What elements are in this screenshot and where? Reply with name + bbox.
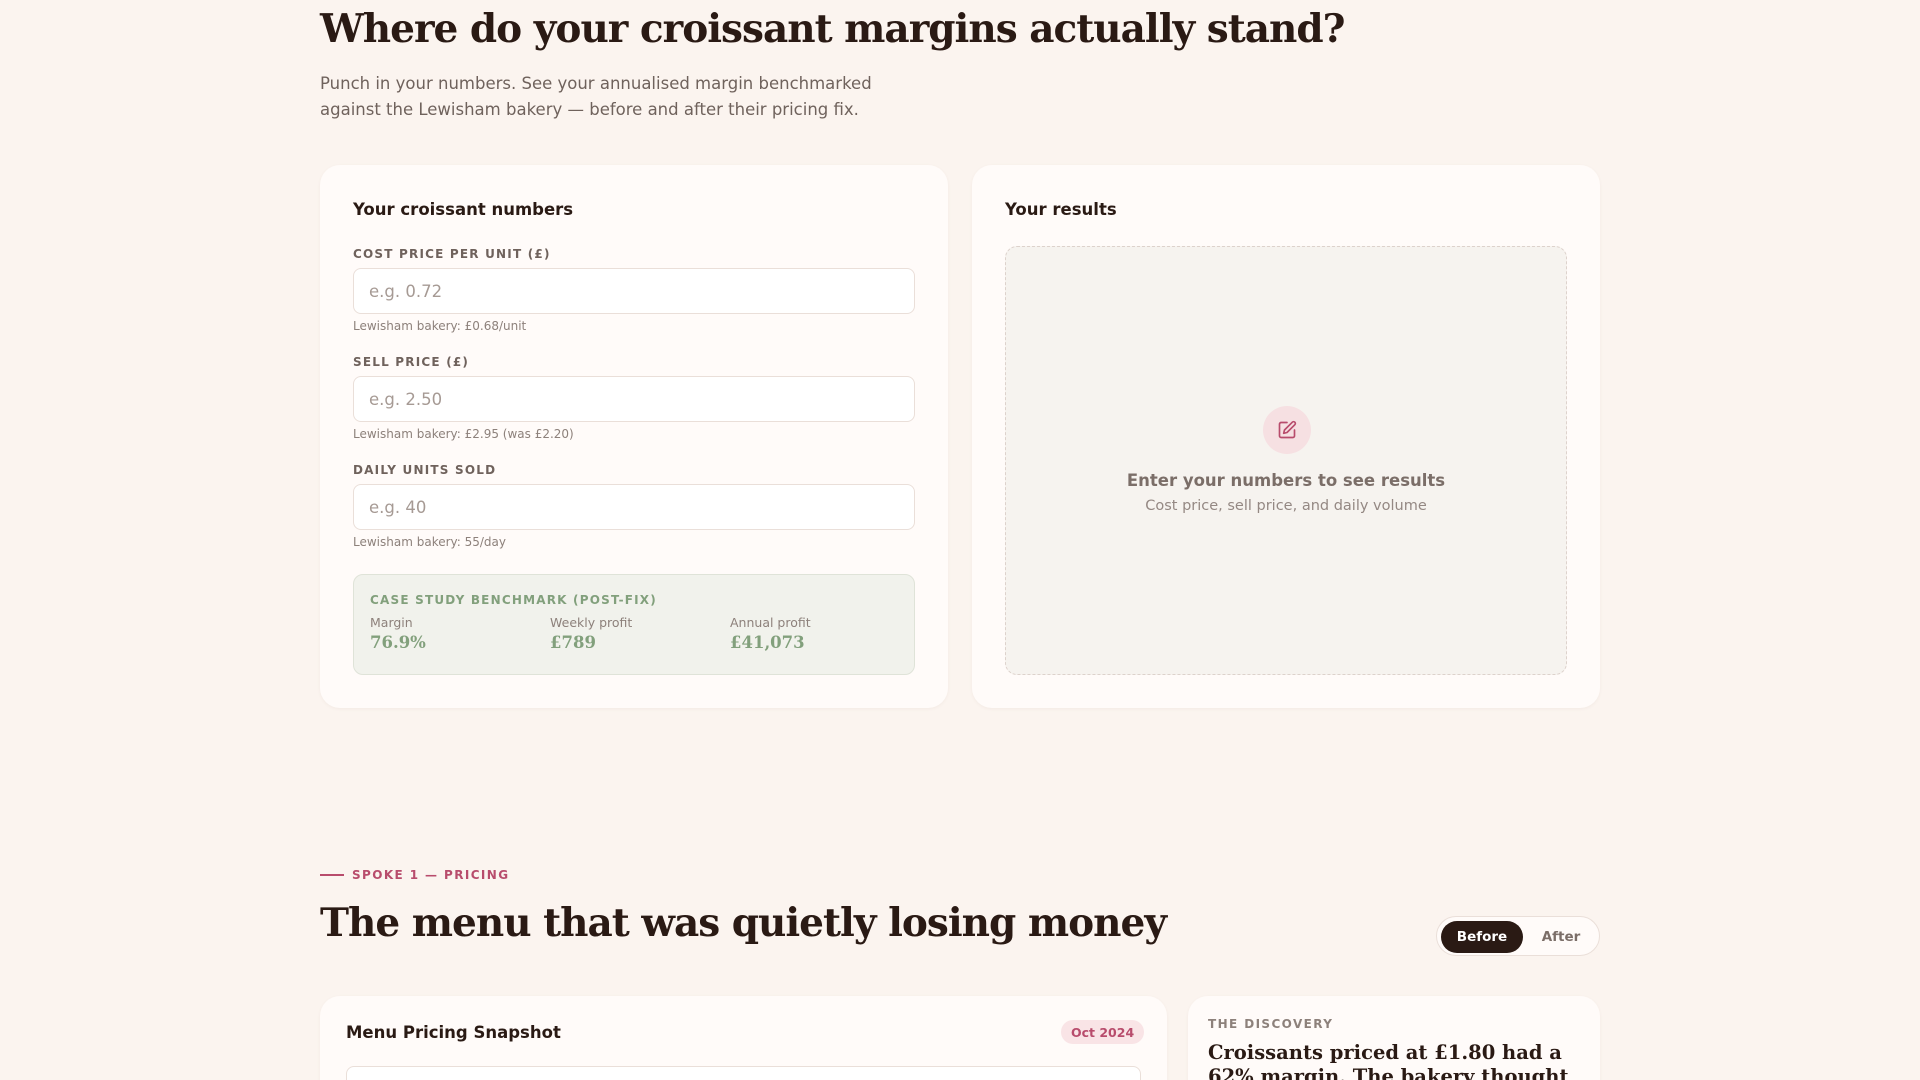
results-empty-title: Enter your numbers to see results [1126, 471, 1446, 490]
results-card: Your results Enter your numbers to see r… [972, 165, 1600, 708]
benchmark-panel: CASE STUDY BENCHMARK (POST-FIX) Margin 7… [353, 574, 915, 675]
benchmark-weekly-label: Weekly profit [550, 615, 633, 630]
inputs-card: Your croissant numbers COST PRICE PER UN… [320, 165, 948, 708]
sell-price-label: SELL PRICE (£) [353, 355, 470, 369]
benchmark-weekly-profit: Weekly profit £789 [550, 615, 632, 652]
toggle-after-button[interactable]: After [1527, 921, 1595, 953]
before-after-toggle: Before After [1436, 916, 1600, 956]
daily-units-hint: Lewisham bakery: 55/day [353, 535, 506, 549]
section-eyebrow-text: SPOKE 1 — PRICING [352, 868, 510, 882]
benchmark-annual-value: £41,073 [730, 633, 805, 652]
results-empty-state: Enter your numbers to see results Cost p… [1005, 246, 1567, 675]
menu-pricing-table [346, 1066, 1141, 1080]
page: Where do your croissant margins actually… [0, 0, 1920, 1080]
sell-price-input[interactable] [353, 376, 915, 422]
cost-price-input[interactable] [353, 268, 915, 314]
benchmark-margin-label: Margin [370, 615, 413, 630]
results-card-title: Your results [1005, 200, 1117, 219]
benchmark-annual-profit: Annual profit £41,073 [730, 615, 811, 652]
section-eyebrow: SPOKE 1 — PRICING [320, 868, 509, 882]
benchmark-margin-value: 76.9% [370, 633, 426, 652]
discovery-eyebrow: THE DISCOVERY [1208, 1017, 1334, 1031]
daily-units-label: DAILY UNITS SOLD [353, 463, 497, 477]
benchmark-margin: Margin 76.9% [370, 615, 426, 652]
page-title: Where do your croissant margins actually… [320, 6, 1345, 52]
cost-price-hint: Lewisham bakery: £0.68/unit [353, 319, 527, 333]
edit-icon [1263, 406, 1311, 454]
menu-pricing-card: Menu Pricing Snapshot Oct 2024 [320, 996, 1167, 1080]
section-title: The menu that was quietly losing money [320, 900, 1167, 946]
discovery-text: Croissants priced at £1.80 had a 62% mar… [1208, 1041, 1569, 1080]
discovery-card: THE DISCOVERY Croissants priced at £1.80… [1188, 996, 1600, 1080]
cost-price-label: COST PRICE PER UNIT (£) [353, 247, 551, 261]
page-subtitle: Punch in your numbers. See your annualis… [320, 74, 872, 119]
inputs-card-title: Your croissant numbers [353, 200, 574, 219]
daily-units-input[interactable] [353, 484, 915, 530]
sell-price-hint: Lewisham bakery: £2.95 (was £2.20) [353, 427, 574, 441]
benchmark-weekly-value: £789 [550, 633, 596, 652]
date-badge: Oct 2024 [1061, 1020, 1145, 1044]
results-empty-subtitle: Cost price, sell price, and daily volume [1145, 498, 1427, 514]
eyebrow-dash [320, 874, 344, 876]
benchmark-annual-label: Annual profit [730, 615, 811, 630]
menu-pricing-title: Menu Pricing Snapshot [346, 1023, 561, 1042]
benchmark-title: CASE STUDY BENCHMARK (POST-FIX) [370, 593, 657, 607]
toggle-before-button[interactable]: Before [1441, 921, 1523, 953]
